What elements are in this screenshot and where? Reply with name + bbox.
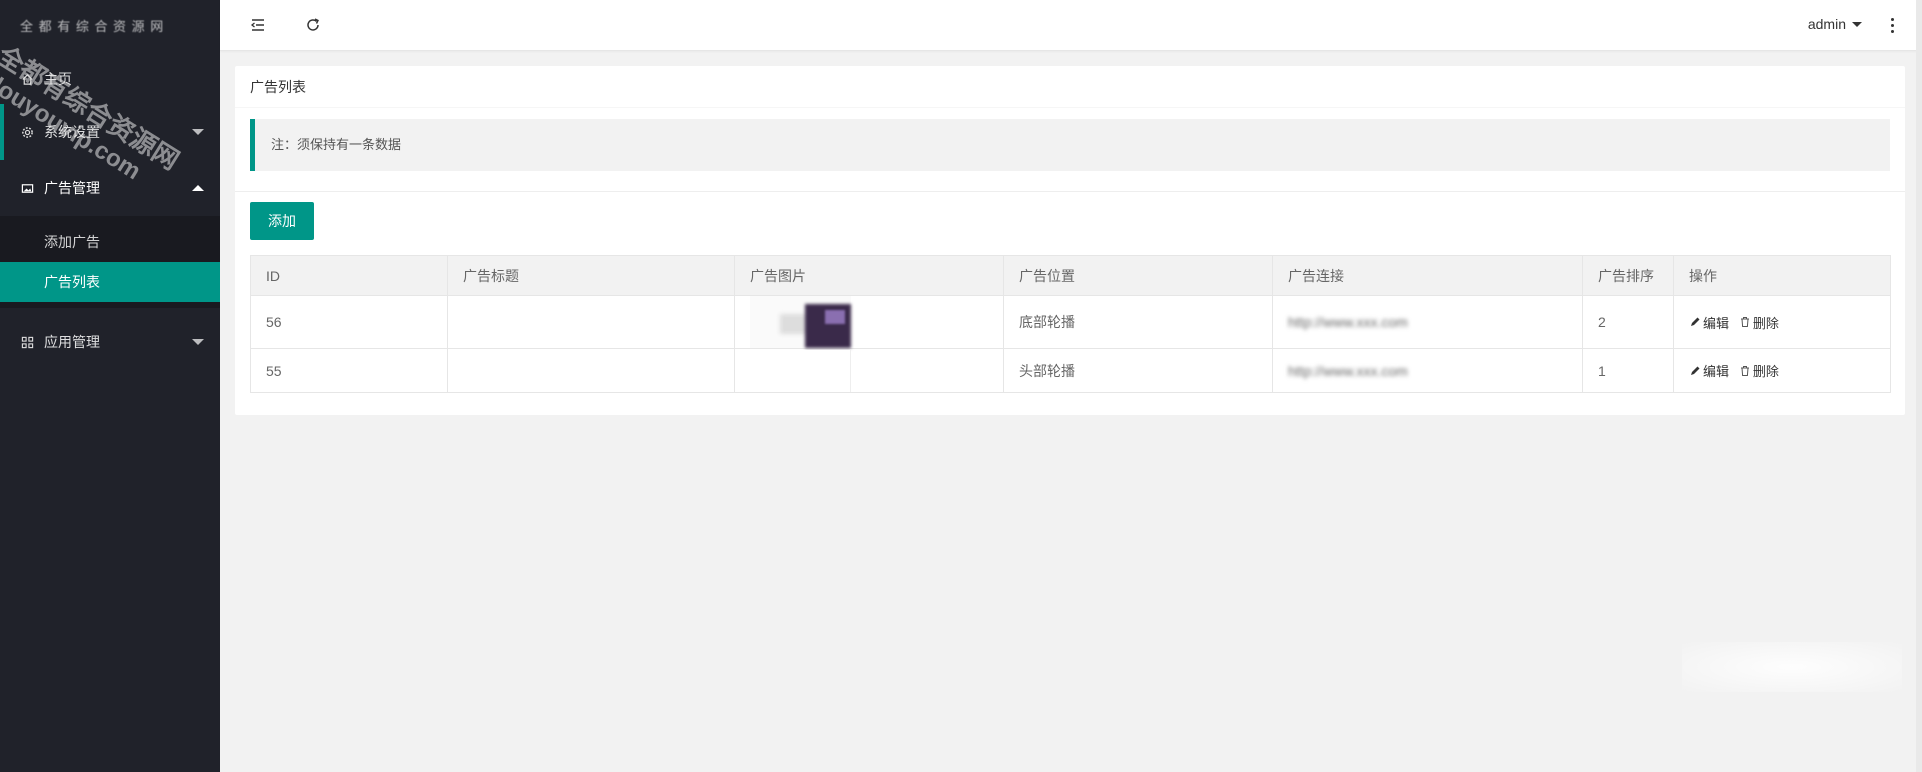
edit-button[interactable]: 编辑 (1689, 313, 1729, 332)
home-icon (20, 72, 34, 86)
scrollbar[interactable] (1916, 0, 1922, 772)
image-icon (20, 181, 34, 195)
cell-link: http://www.xxx.com (1272, 348, 1583, 393)
table-header-row: ID 广告标题 广告图片 广告位置 广告连接 广告排序 操作 (250, 255, 1891, 296)
apps-icon (20, 335, 34, 349)
col-header-position[interactable]: 广告位置 (1003, 255, 1273, 296)
cell-actions: 编辑 删除 (1673, 348, 1891, 393)
chevron-up-icon (192, 185, 204, 191)
note-blockquote: 注：须保持有一条数据 (250, 119, 1890, 171)
col-header-image[interactable]: 广告图片 (734, 255, 1004, 296)
logo-text: 全 都 有 综 合 资 源 网 (20, 19, 165, 34)
col-header-actions: 操作 (1673, 255, 1891, 296)
delete-label: 删除 (1752, 315, 1779, 331)
cell-link: http://www.xxx.com (1272, 295, 1583, 349)
card-title: 广告列表 (235, 66, 1905, 108)
table-row: 55 头部轮播 http://www.xxx.com 1 编辑 删除 (250, 348, 1891, 393)
cell-sort: 2 (1582, 295, 1674, 349)
delete-button[interactable]: 删除 (1739, 313, 1779, 332)
pencil-icon (1691, 317, 1700, 326)
edit-button[interactable]: 编辑 (1689, 361, 1729, 380)
sidebar-nav-2: 应用管理 (0, 314, 220, 370)
top-header: admin (220, 0, 1922, 51)
chevron-down-icon (192, 339, 204, 345)
sidebar-item-home[interactable]: 主页 (0, 54, 220, 104)
refresh-icon[interactable] (302, 14, 324, 36)
cell-actions: 编辑 删除 (1673, 295, 1891, 349)
delete-button[interactable]: 删除 (1739, 361, 1779, 380)
sidebar-item-app-management[interactable]: 应用管理 (0, 314, 220, 370)
background-smudge (1682, 642, 1902, 692)
col-header-title[interactable]: 广告标题 (447, 255, 735, 296)
ad-list-card: 广告列表 注：须保持有一条数据 添加 ID 广告标题 广告图片 广告位置 广告连… (235, 66, 1905, 415)
ad-table: ID 广告标题 广告图片 广告位置 广告连接 广告排序 操作 56 底部轮播 h… (250, 255, 1891, 393)
logo[interactable]: 全 都 有 综 合 资 源 网 (0, 0, 220, 54)
sidebar-subitem-add-ad[interactable]: 添加广告 (0, 222, 220, 262)
sidebar-item-system-settings[interactable]: 系统设置 (0, 104, 220, 160)
sidebar-item-label: 应用管理 (44, 334, 100, 350)
sidebar-item-label: 主页 (44, 71, 72, 87)
sidebar-item-ad-management[interactable]: 广告管理 (0, 160, 220, 216)
cell-link-text: http://www.xxx.com (1288, 314, 1408, 330)
caret-down-icon (1852, 21, 1862, 27)
delete-label: 删除 (1752, 364, 1779, 379)
cell-link-text: http://www.xxx.com (1288, 362, 1408, 379)
cell-title (447, 295, 735, 349)
cell-position: 头部轮播 (1003, 348, 1273, 393)
chevron-down-icon (192, 129, 204, 135)
col-header-sort[interactable]: 广告排序 (1582, 255, 1674, 296)
sidebar-subitem-ad-list[interactable]: 广告列表 (0, 262, 220, 302)
col-header-link[interactable]: 广告连接 (1272, 255, 1583, 296)
username: admin (1807, 16, 1846, 32)
edit-label: 编辑 (1703, 364, 1730, 379)
ad-thumbnail[interactable] (750, 349, 851, 392)
cell-sort: 1 (1582, 348, 1674, 393)
cell-image (734, 348, 1004, 393)
cell-id: 55 (250, 348, 448, 393)
cell-title (447, 348, 735, 393)
sidebar-item-label: 系统设置 (44, 124, 100, 140)
pencil-icon (1691, 366, 1700, 375)
add-button[interactable]: 添加 (250, 202, 314, 240)
sidebar-nav: 主页 系统设置 广告管理 (0, 54, 220, 216)
sidebar: 全 都 有 综 合 资 源 网 主页 系统设置 广告管理 添加广告 广告列表 应… (0, 0, 220, 772)
divider (235, 191, 1905, 192)
cell-id: 56 (250, 295, 448, 349)
gear-icon (20, 125, 34, 139)
table-row: 56 底部轮播 http://www.xxx.com 2 编辑 删除 (250, 295, 1891, 349)
sidebar-item-label: 广告管理 (44, 180, 100, 196)
menu-collapse-icon[interactable] (247, 14, 269, 36)
trash-icon (1740, 365, 1749, 376)
cell-position: 底部轮播 (1003, 295, 1273, 349)
user-menu[interactable]: admin (1808, 16, 1862, 32)
ad-thumbnail[interactable] (750, 296, 851, 348)
col-header-id[interactable]: ID (250, 255, 448, 296)
edit-label: 编辑 (1703, 315, 1730, 331)
more-vertical-icon[interactable] (1884, 14, 1900, 36)
cell-image (734, 295, 1004, 349)
trash-icon (1740, 317, 1749, 327)
sidebar-submenu: 添加广告 广告列表 (0, 216, 220, 308)
